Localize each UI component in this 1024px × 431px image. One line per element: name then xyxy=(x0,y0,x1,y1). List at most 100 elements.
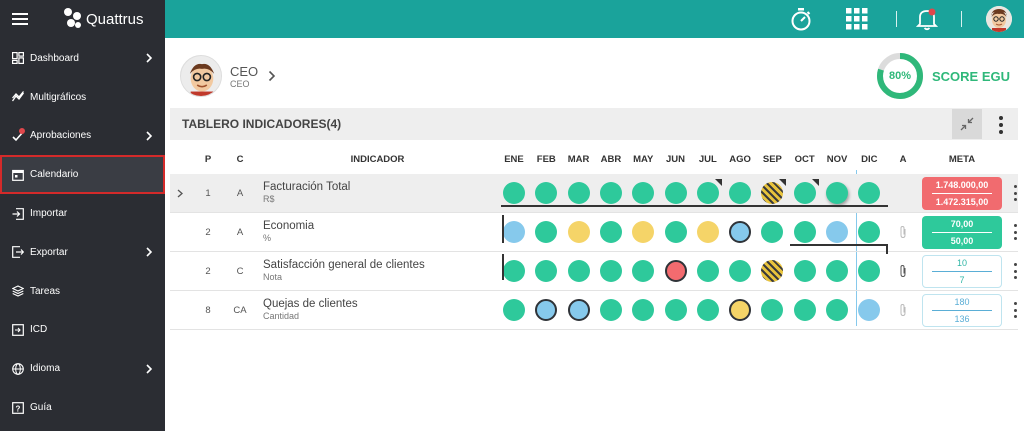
sidebar-item-multigraficos[interactable]: Multigráficos xyxy=(0,78,165,117)
indicator-unit: Cantidad xyxy=(263,311,300,321)
month-status-dot[interactable] xyxy=(599,221,622,243)
month-status-dot[interactable] xyxy=(632,182,655,204)
meta-target: 70,00 xyxy=(950,219,974,229)
month-status-dot[interactable] xyxy=(567,221,590,243)
month-status-dot[interactable] xyxy=(729,299,752,321)
table-row[interactable]: 2 C Satisfacción general de clientes Nota 10… xyxy=(170,252,1018,291)
month-status-dot[interactable] xyxy=(696,221,719,243)
month-status-dot[interactable] xyxy=(729,260,752,282)
month-status-dot[interactable] xyxy=(503,260,525,282)
month-status-dot[interactable] xyxy=(729,221,752,243)
month-status-dot[interactable] xyxy=(826,260,848,282)
sidebar-item-guia[interactable]: ? Guía xyxy=(0,388,165,427)
row-more-icon[interactable] xyxy=(1014,224,1018,240)
apps-grid-icon[interactable] xyxy=(845,7,869,31)
month-status-dot[interactable] xyxy=(826,182,848,204)
month-status-dot[interactable] xyxy=(858,260,881,282)
hamburger-menu-icon[interactable] xyxy=(12,13,28,25)
month-status-dot[interactable] xyxy=(632,221,655,243)
month-status-dot[interactable] xyxy=(503,182,525,204)
month-status-dot[interactable] xyxy=(793,260,816,282)
panel-more-icon[interactable] xyxy=(998,116,1004,134)
month-status-dot[interactable] xyxy=(632,260,655,282)
month-status-dot[interactable] xyxy=(567,182,590,204)
collapse-button[interactable] xyxy=(952,109,982,139)
sidebar-item-label: Tareas xyxy=(30,285,61,297)
month-status-dot[interactable] xyxy=(535,182,558,204)
sidebar-item-icd[interactable]: ICD xyxy=(0,311,165,350)
sidebar-item-idioma[interactable]: Idioma xyxy=(0,349,165,388)
month-status-dot[interactable] xyxy=(503,221,525,243)
month-status-dot[interactable] xyxy=(696,179,722,204)
panel-title: TABLERO INDICADORES(4) xyxy=(182,117,342,131)
indicator-cell[interactable]: Facturación Total R$ xyxy=(263,181,350,204)
expand-row-icon[interactable] xyxy=(177,189,183,198)
indicator-cell[interactable]: Quejas de clientes Cantidad xyxy=(263,298,358,321)
sidebar-item-tareas[interactable]: Tareas xyxy=(0,272,165,311)
sidebar-item-exportar[interactable]: Exportar xyxy=(0,233,165,272)
month-status-dot[interactable] xyxy=(567,260,590,282)
chevron-right-icon[interactable] xyxy=(268,70,276,82)
meta-target: 1.748.000,00 xyxy=(935,180,989,190)
month-status-dot[interactable] xyxy=(535,299,558,321)
month-status-dot[interactable] xyxy=(599,299,622,321)
month-status-dot[interactable] xyxy=(664,182,687,204)
month-status-dot[interactable] xyxy=(567,299,590,321)
import-icon xyxy=(12,207,24,220)
quattrus-logo-icon xyxy=(64,8,82,30)
month-status-dot[interactable] xyxy=(696,299,719,321)
profile-header[interactable]: CEO CEO xyxy=(180,52,276,100)
table-row[interactable]: 1 A Facturación Total R$ 1.748.000,00 1.472.3… xyxy=(170,174,1018,213)
table-row[interactable]: 2 A Economia% 70,00 50,00 xyxy=(170,213,1018,252)
chart-line-icon xyxy=(12,91,24,103)
month-status-dot[interactable] xyxy=(599,260,622,282)
sidebar-item-aprobaciones[interactable]: Aprobaciones xyxy=(0,117,165,156)
paperclip-icon[interactable] xyxy=(898,264,908,278)
row-more-icon[interactable] xyxy=(1014,263,1018,279)
month-status-dot[interactable] xyxy=(664,221,687,243)
paperclip-icon[interactable] xyxy=(898,303,908,317)
table-row[interactable]: 8 CA Quejas de clientes Cantidad 180 136 xyxy=(170,291,1018,330)
user-avatar-icon[interactable] xyxy=(986,6,1012,32)
month-status-dot[interactable] xyxy=(826,221,848,243)
month-status-dot[interactable] xyxy=(826,299,848,321)
month-status-dot[interactable] xyxy=(535,260,558,282)
sidebar-item-label: ICD xyxy=(30,324,48,336)
trend-bracket-line xyxy=(886,244,888,254)
month-status-dot[interactable] xyxy=(729,182,752,204)
month-status-dot[interactable] xyxy=(761,221,784,243)
stopwatch-icon[interactable] xyxy=(789,7,813,31)
header-month: NOV xyxy=(826,153,848,165)
month-status-dot[interactable] xyxy=(535,221,558,243)
row-more-icon[interactable] xyxy=(1014,185,1018,201)
month-status-dot[interactable] xyxy=(858,182,881,204)
row-more-icon[interactable] xyxy=(1014,302,1018,318)
month-status-dot[interactable] xyxy=(664,299,687,321)
month-status-dot[interactable] xyxy=(761,299,784,321)
month-status-dot[interactable] xyxy=(696,260,719,282)
month-status-dot[interactable] xyxy=(632,299,655,321)
sidebar-item-calendario[interactable]: Calendario xyxy=(0,155,165,195)
month-status-dot[interactable] xyxy=(858,299,881,321)
month-status-dot[interactable] xyxy=(858,221,881,243)
month-status-dot[interactable] xyxy=(503,299,525,321)
sidebar-item-importar[interactable]: Importar xyxy=(0,194,165,233)
month-status-dot[interactable] xyxy=(793,299,816,321)
header-month: FEB xyxy=(536,153,556,165)
month-status-dot[interactable] xyxy=(761,179,787,204)
indicator-cell[interactable]: Economia% xyxy=(263,220,314,243)
month-status-dot[interactable] xyxy=(599,182,622,204)
month-status-dot[interactable] xyxy=(761,260,784,282)
sidebar-item-dashboard[interactable]: Dashboard xyxy=(0,39,165,78)
header-month: OCT xyxy=(794,153,815,165)
month-status-dot[interactable] xyxy=(664,260,687,282)
bell-icon[interactable] xyxy=(915,7,939,31)
indicator-cell[interactable]: Satisfacción general de clientes Nota xyxy=(263,259,425,282)
header-month: ABR xyxy=(600,153,622,165)
sidebar-nav: Dashboard Multigráficos Aprobaciones Calend… xyxy=(0,39,165,427)
paperclip-icon[interactable] xyxy=(898,225,908,239)
month-status-dot[interactable] xyxy=(793,221,816,243)
month-status-dot[interactable] xyxy=(793,179,819,204)
profile-avatar xyxy=(180,55,222,97)
trend-bracket-line xyxy=(790,244,888,246)
